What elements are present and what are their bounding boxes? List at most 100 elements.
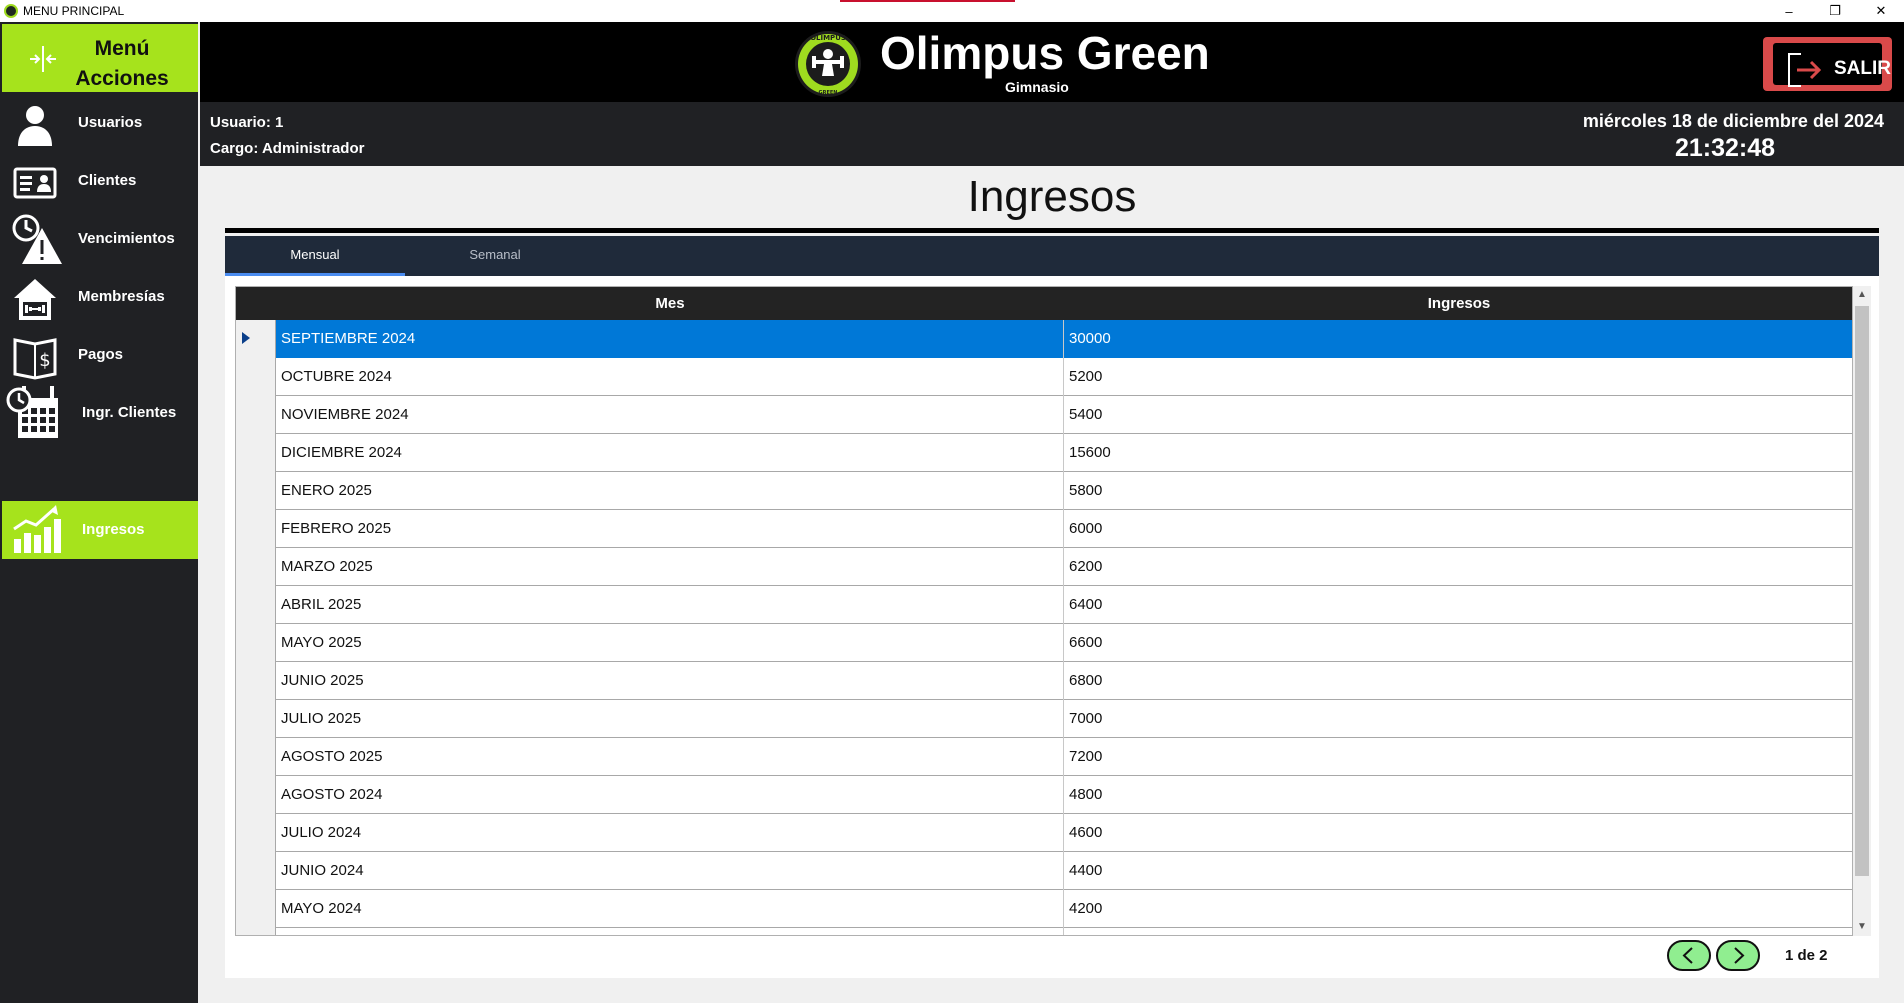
row-header[interactable] bbox=[236, 662, 276, 700]
cell-mes[interactable]: ABRIL 2025 bbox=[276, 586, 1064, 624]
table-row[interactable]: ABRIL 2025 6400 bbox=[236, 586, 1852, 624]
row-header[interactable] bbox=[236, 700, 276, 738]
row-header[interactable] bbox=[236, 472, 276, 510]
sidebar-item-vencimientos[interactable]: Vencimientos bbox=[2, 210, 198, 268]
cell-mes[interactable]: JUNIO 2024 bbox=[276, 852, 1064, 890]
sidebar-header[interactable]: Menú Acciones bbox=[2, 24, 198, 92]
table-row[interactable]: AGOSTO 2024 4800 bbox=[236, 776, 1852, 814]
cell-ingresos[interactable]: 4400 bbox=[1064, 852, 1852, 890]
table-row[interactable]: ENERO 2025 5800 bbox=[236, 472, 1852, 510]
row-header[interactable] bbox=[236, 586, 276, 624]
table-row[interactable]: MARZO 2025 6200 bbox=[236, 548, 1852, 586]
table-row[interactable]: DICIEMBRE 2024 15600 bbox=[236, 434, 1852, 472]
app-logo-icon bbox=[4, 4, 18, 18]
row-header[interactable] bbox=[236, 358, 276, 396]
collapse-menu-icon[interactable] bbox=[28, 44, 58, 74]
sidebar-item-clientes[interactable]: Clientes bbox=[2, 152, 198, 210]
cell-ingresos[interactable]: 6400 bbox=[1064, 586, 1852, 624]
cell-mes[interactable]: JULIO 2024 bbox=[276, 814, 1064, 852]
row-header[interactable] bbox=[236, 776, 276, 814]
column-header-mes[interactable]: Mes bbox=[276, 287, 1064, 320]
cell-ingresos[interactable]: 30000 bbox=[1064, 320, 1852, 358]
sidebar-item-label: Pagos bbox=[78, 346, 124, 363]
cell-mes[interactable] bbox=[276, 928, 1064, 935]
row-header[interactable] bbox=[236, 548, 276, 586]
cell-ingresos[interactable]: 15600 bbox=[1064, 434, 1852, 472]
previous-page-button[interactable] bbox=[1667, 940, 1711, 971]
cell-mes[interactable]: JULIO 2025 bbox=[276, 700, 1064, 738]
table-row[interactable]: JULIO 2024 4600 bbox=[236, 814, 1852, 852]
exit-button[interactable]: SALIR bbox=[1763, 37, 1892, 91]
exit-button-label: SALIR bbox=[1834, 58, 1891, 79]
table-row[interactable]: FEBRERO 2025 6000 bbox=[236, 510, 1852, 548]
table-row[interactable]: NOVIEMBRE 2024 5400 bbox=[236, 396, 1852, 434]
cell-ingresos[interactable]: 4200 bbox=[1064, 890, 1852, 928]
table-row[interactable]: MAYO 2025 6600 bbox=[236, 624, 1852, 662]
row-header[interactable] bbox=[236, 624, 276, 662]
close-button[interactable]: ✕ bbox=[1858, 0, 1904, 22]
next-page-button[interactable] bbox=[1716, 940, 1760, 971]
minimize-button[interactable]: – bbox=[1766, 0, 1812, 22]
table-row[interactable]: OCTUBRE 2024 5200 bbox=[236, 358, 1852, 396]
cell-ingresos[interactable]: 5200 bbox=[1064, 358, 1852, 396]
cell-ingresos[interactable]: 5400 bbox=[1064, 396, 1852, 434]
window-title: MENU PRINCIPAL bbox=[23, 4, 125, 18]
cell-ingresos[interactable]: 7000 bbox=[1064, 700, 1852, 738]
row-header[interactable] bbox=[236, 928, 276, 935]
cell-mes[interactable]: MAYO 2024 bbox=[276, 890, 1064, 928]
cell-ingresos[interactable]: 6200 bbox=[1064, 548, 1852, 586]
table-row[interactable]: JULIO 2025 7000 bbox=[236, 700, 1852, 738]
cell-ingresos[interactable]: 7200 bbox=[1064, 738, 1852, 776]
row-header[interactable] bbox=[236, 852, 276, 890]
table-row[interactable]: SEPTIEMBRE 2024 30000 bbox=[236, 320, 1852, 358]
table-row[interactable]: AGOSTO 2025 7200 bbox=[236, 738, 1852, 776]
cell-ingresos[interactable] bbox=[1064, 928, 1852, 935]
row-header[interactable] bbox=[236, 814, 276, 852]
cell-mes[interactable]: AGOSTO 2024 bbox=[276, 776, 1064, 814]
cell-ingresos[interactable]: 5800 bbox=[1064, 472, 1852, 510]
cell-mes[interactable]: ENERO 2025 bbox=[276, 472, 1064, 510]
row-header[interactable] bbox=[236, 890, 276, 928]
cell-mes[interactable]: AGOSTO 2025 bbox=[276, 738, 1064, 776]
cell-ingresos[interactable]: 4800 bbox=[1064, 776, 1852, 814]
column-header-ingresos[interactable]: Ingresos bbox=[1064, 287, 1852, 320]
maximize-button[interactable]: ❐ bbox=[1812, 0, 1858, 22]
cell-mes[interactable]: SEPTIEMBRE 2024 bbox=[276, 320, 1064, 358]
cell-mes[interactable]: JUNIO 2025 bbox=[276, 662, 1064, 700]
cell-mes[interactable]: MARZO 2025 bbox=[276, 548, 1064, 586]
sidebar-item-usuarios[interactable]: Usuarios bbox=[2, 94, 198, 152]
exit-button-inner[interactable]: SALIR bbox=[1773, 43, 1891, 87]
scroll-up-arrow-icon[interactable]: ▲ bbox=[1853, 286, 1871, 304]
cell-ingresos[interactable]: 6600 bbox=[1064, 624, 1852, 662]
cell-mes[interactable]: DICIEMBRE 2024 bbox=[276, 434, 1064, 472]
row-header[interactable] bbox=[236, 320, 276, 358]
row-header[interactable] bbox=[236, 434, 276, 472]
tab-mensual[interactable]: Mensual bbox=[225, 236, 405, 276]
cell-ingresos[interactable]: 6800 bbox=[1064, 662, 1852, 700]
cell-ingresos[interactable]: 4600 bbox=[1064, 814, 1852, 852]
cell-mes[interactable]: FEBRERO 2025 bbox=[276, 510, 1064, 548]
cell-mes[interactable]: OCTUBRE 2024 bbox=[276, 358, 1064, 396]
cell-mes[interactable]: NOVIEMBRE 2024 bbox=[276, 396, 1064, 434]
scrollbar-thumb[interactable] bbox=[1855, 306, 1869, 876]
row-header[interactable] bbox=[236, 510, 276, 548]
sidebar-item-ingr-clientes[interactable]: Ingr. Clientes bbox=[2, 382, 198, 444]
table-row[interactable] bbox=[236, 928, 1852, 935]
sidebar-item-ingresos[interactable]: Ingresos bbox=[2, 501, 198, 559]
cell-mes[interactable]: MAYO 2025 bbox=[276, 624, 1064, 662]
sidebar-item-pagos[interactable]: $ Pagos bbox=[2, 326, 198, 384]
table-row[interactable]: JUNIO 2024 4400 bbox=[236, 852, 1852, 890]
scroll-down-arrow-icon[interactable]: ▼ bbox=[1853, 918, 1871, 936]
cell-ingresos[interactable]: 6000 bbox=[1064, 510, 1852, 548]
sidebar-item-label: Clientes bbox=[78, 172, 137, 189]
tab-semanal[interactable]: Semanal bbox=[405, 236, 585, 276]
income-table[interactable]: Mes Ingresos SEPTIEMBRE 2024 30000 OCTUBRE… bbox=[235, 286, 1853, 936]
row-header[interactable] bbox=[236, 396, 276, 434]
app-header: OLIMPUS GREEN Olimpus Green Gimnasio SAL… bbox=[200, 22, 1904, 102]
table-scrollbar[interactable]: ▲ ▼ bbox=[1853, 286, 1871, 936]
table-row[interactable]: MAYO 2024 4200 bbox=[236, 890, 1852, 928]
olimpus-green-logo: OLIMPUS GREEN bbox=[795, 31, 861, 97]
row-header[interactable] bbox=[236, 738, 276, 776]
table-row[interactable]: JUNIO 2025 6800 bbox=[236, 662, 1852, 700]
sidebar-item-membresias[interactable]: Membresías bbox=[2, 268, 198, 326]
